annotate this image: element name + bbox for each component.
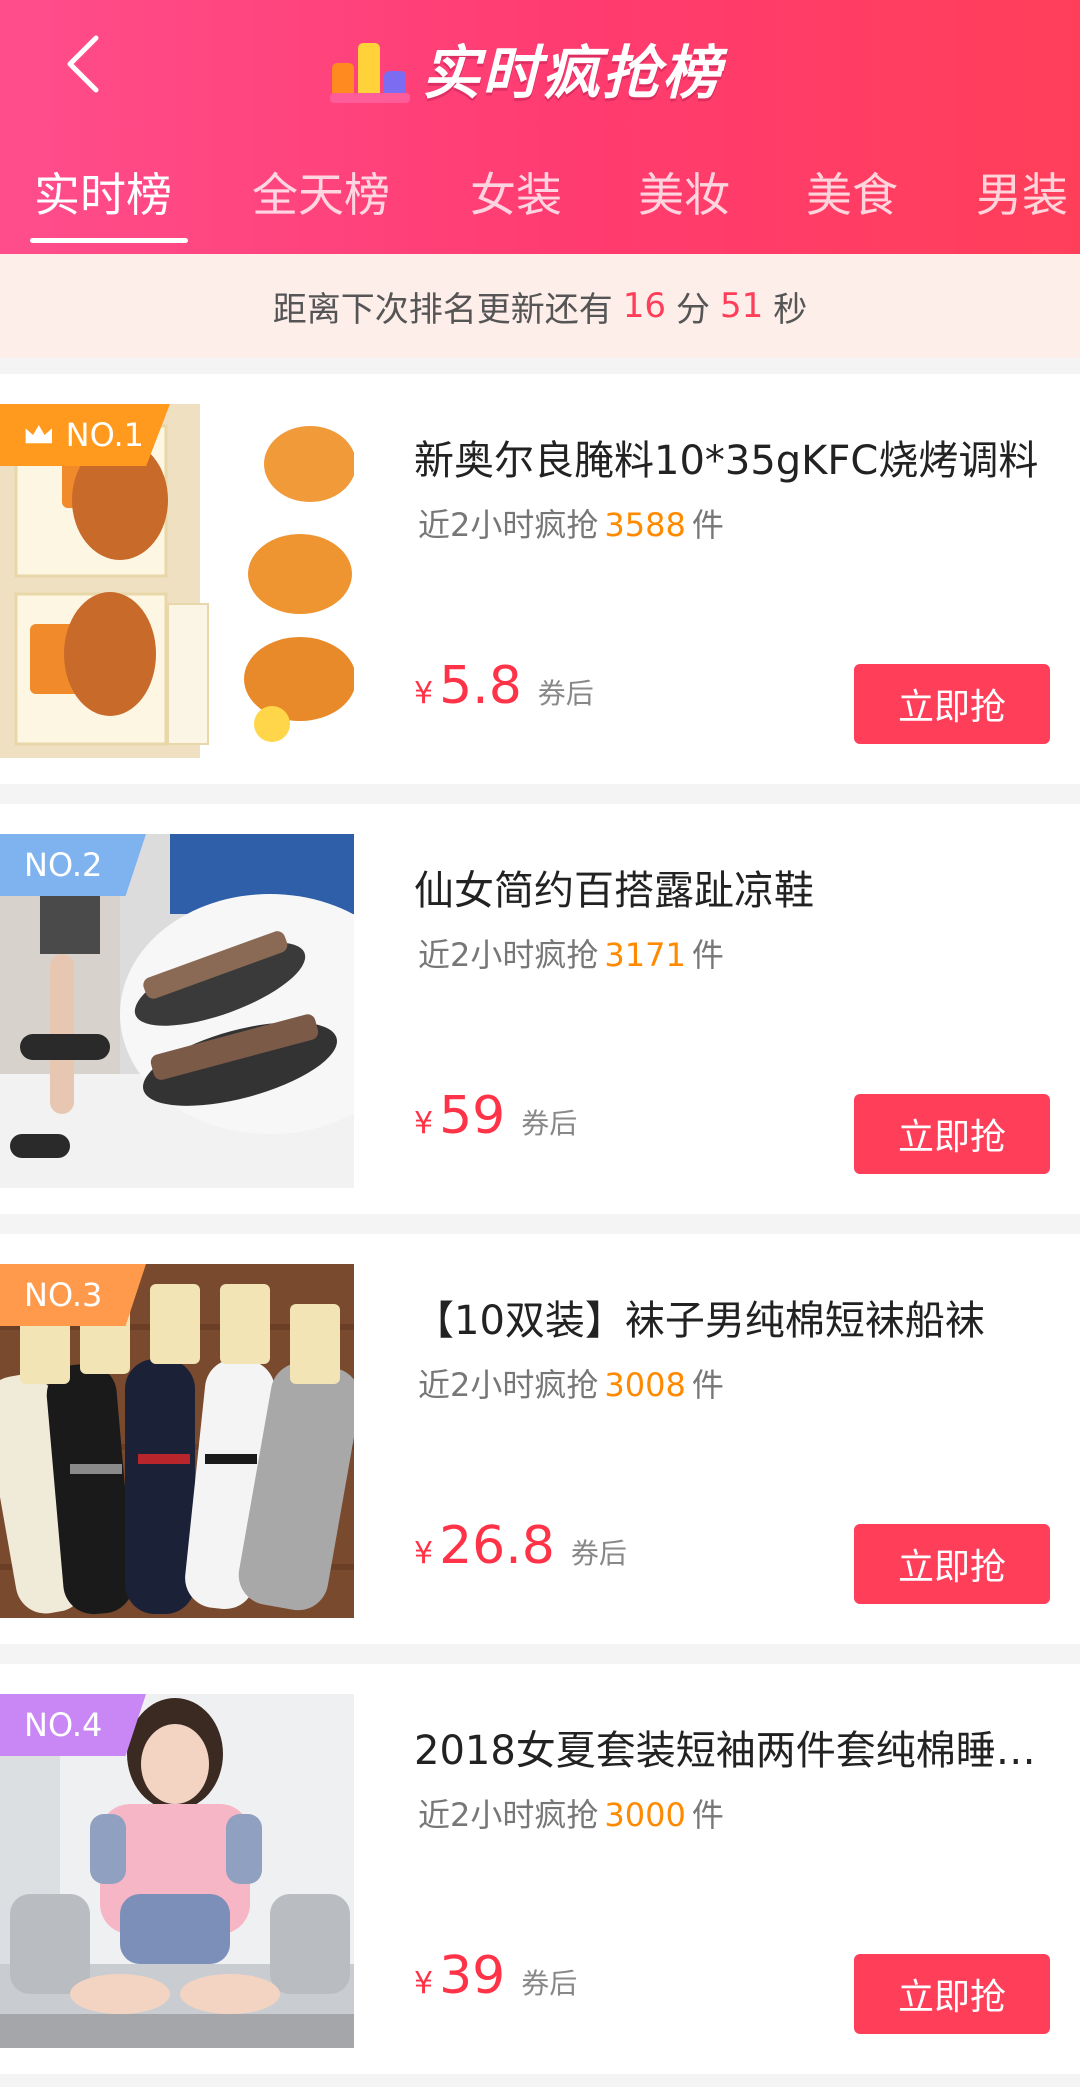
sales-prefix: 近2小时疯抢 [418, 1366, 599, 1404]
product-card[interactable]: NO.4 2018女夏套装短袖两件套纯棉睡… 近2小时疯抢 3000 件 ¥ 39 … [0, 1664, 1080, 2074]
countdown-seconds-unit: 秒 [773, 289, 808, 330]
product-title[interactable]: 新奥尔良腌料10*35gKFC烧烤调料 [414, 428, 1054, 486]
product-image-socks[interactable]: NO.3 [0, 1264, 354, 1618]
sales-info: 近2小时疯抢 3171 件 [418, 930, 724, 976]
sales-info: 近2小时疯抢 3000 件 [418, 1790, 724, 1836]
buy-now-button[interactable]: 立即抢 [854, 1524, 1050, 1604]
product-title[interactable]: 仙女简约百搭露趾凉鞋 [414, 858, 1054, 916]
rank-label: NO.3 [24, 1276, 103, 1314]
rank-label: NO.1 [65, 416, 144, 454]
sales-unit: 件 [691, 506, 724, 544]
product-card[interactable]: NO.3 【10双装】袜子男纯棉短袜船袜 近2小时疯抢 3008 件 ¥ 26.8 … [0, 1234, 1080, 1644]
countdown-seconds: 51 [720, 286, 764, 326]
price-amount: 59 [439, 1086, 506, 1146]
countdown-prefix: 距离下次排名更新还有 [272, 289, 613, 330]
tab-realtime[interactable]: 实时榜 [34, 160, 172, 230]
rank-badge: NO.4 [0, 1694, 146, 1756]
sales-count: 3171 [604, 936, 686, 974]
page-title-group: 实时疯抢榜 [330, 18, 750, 118]
sales-prefix: 近2小时疯抢 [418, 936, 599, 974]
product-title[interactable]: 【10双装】袜子男纯棉短袜船袜 [414, 1288, 1054, 1346]
rank-label: NO.2 [24, 846, 103, 884]
active-tab-indicator [30, 238, 188, 243]
price-note: 券后 [521, 1107, 578, 1140]
crown-icon [25, 425, 52, 444]
product-title[interactable]: 2018女夏套装短袖两件套纯棉睡… [414, 1718, 1054, 1776]
product-image-sandals[interactable]: NO.2 [0, 834, 354, 1188]
price-amount: 26.8 [439, 1516, 555, 1576]
price-amount: 39 [439, 1946, 506, 2006]
price: ¥ 5.8 券后 [414, 656, 594, 716]
currency-symbol: ¥ [414, 676, 434, 711]
tab-mens-wear[interactable]: 男装 [976, 160, 1068, 230]
rank-badge: NO.3 [0, 1264, 146, 1326]
product-card[interactable]: NO.2 仙女简约百搭露趾凉鞋 近2小时疯抢 3171 件 ¥ 59 券后 立即抢 [0, 804, 1080, 1214]
tab-all-day[interactable]: 全天榜 [252, 160, 390, 230]
sales-prefix: 近2小时疯抢 [418, 506, 599, 544]
tab-food[interactable]: 美食 [806, 160, 898, 230]
sales-count: 3008 [604, 1366, 686, 1404]
back-button[interactable] [48, 28, 120, 100]
rank-badge: NO.1 [0, 404, 170, 466]
bar-chart-logo [330, 43, 410, 103]
countdown-minutes: 16 [622, 286, 666, 326]
tab-womens-wear[interactable]: 女装 [470, 160, 562, 230]
tab-beauty[interactable]: 美妆 [638, 160, 730, 230]
ranking-countdown: 距离下次排名更新还有 16 分 51 秒 [0, 254, 1080, 358]
price-note: 券后 [537, 677, 594, 710]
currency-symbol: ¥ [414, 1536, 434, 1571]
product-image-pajamas[interactable]: NO.4 [0, 1694, 354, 2048]
product-image-marinade[interactable]: NO.1 [0, 404, 354, 758]
category-tabs: 实时榜 全天榜 女装 美妆 美食 男装 [0, 150, 1080, 254]
page: 实时疯抢榜 实时榜 全天榜 女装 美妆 美食 男装 距离下次排名更新还有 16 … [0, 0, 1080, 2087]
buy-now-button[interactable]: 立即抢 [854, 1094, 1050, 1174]
chevron-left-icon [67, 35, 99, 93]
sales-info: 近2小时疯抢 3008 件 [418, 1360, 724, 1406]
sales-count: 3000 [604, 1796, 686, 1834]
price-note: 券后 [521, 1967, 578, 2000]
rank-label: NO.4 [24, 1706, 103, 1744]
header: 实时疯抢榜 实时榜 全天榜 女装 美妆 美食 男装 [0, 0, 1080, 254]
price-note: 券后 [570, 1537, 627, 1570]
sales-unit: 件 [691, 936, 724, 974]
price-amount: 5.8 [439, 656, 522, 716]
sales-unit: 件 [691, 1796, 724, 1834]
buy-now-button[interactable]: 立即抢 [854, 1954, 1050, 2034]
sales-unit: 件 [691, 1366, 724, 1404]
countdown-minutes-unit: 分 [676, 289, 710, 330]
sales-count: 3588 [604, 506, 686, 544]
currency-symbol: ¥ [414, 1106, 434, 1141]
page-title: 实时疯抢榜 [422, 39, 723, 107]
buy-now-button[interactable]: 立即抢 [854, 664, 1050, 744]
currency-symbol: ¥ [414, 1966, 434, 2001]
price: ¥ 59 券后 [414, 1086, 577, 1146]
price: ¥ 39 券后 [414, 1946, 577, 2006]
rank-badge: NO.2 [0, 834, 146, 896]
price: ¥ 26.8 券后 [414, 1516, 627, 1576]
sales-info: 近2小时疯抢 3588 件 [418, 500, 724, 546]
sales-prefix: 近2小时疯抢 [418, 1796, 599, 1834]
product-card[interactable]: NO.1 新奥尔良腌料10*35gKFC烧烤调料 近2小时疯抢 3588 件 ¥ 5… [0, 374, 1080, 784]
